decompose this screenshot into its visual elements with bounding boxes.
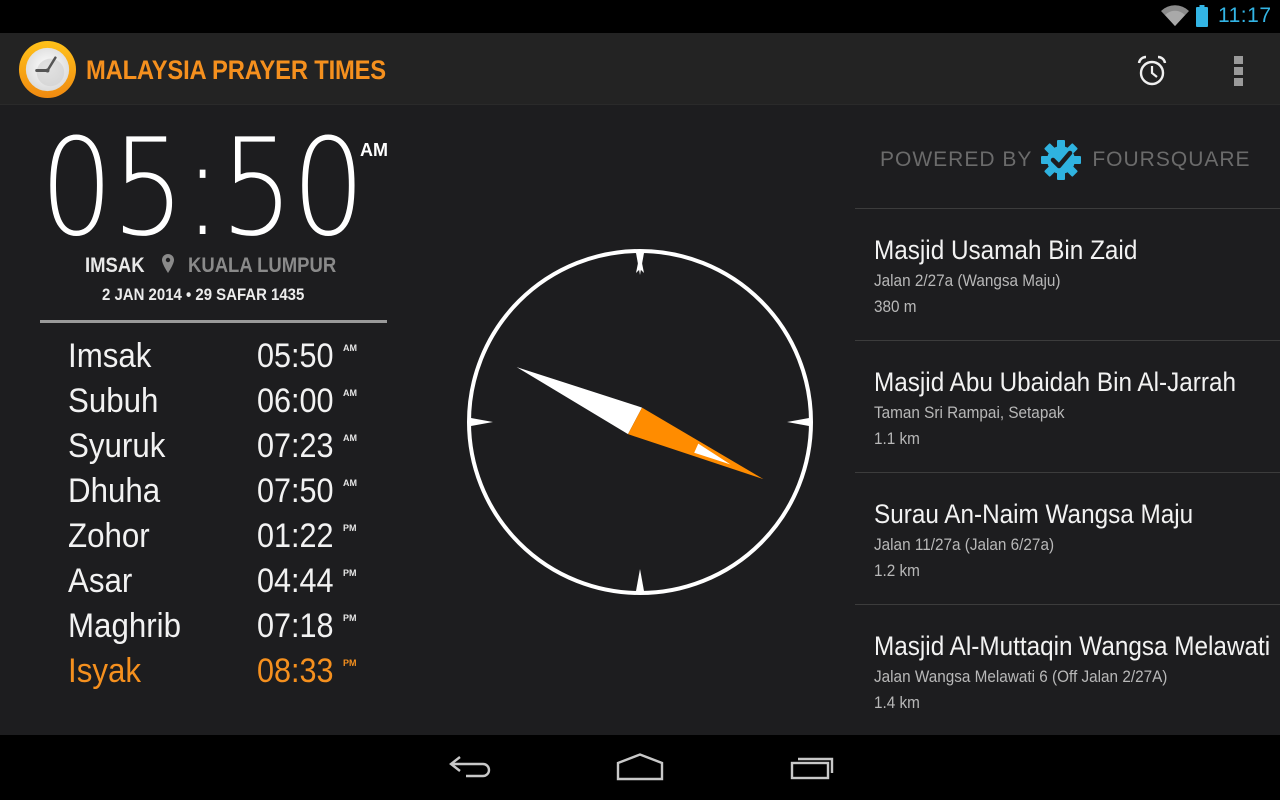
prayer-ampm: PM: [343, 613, 357, 623]
status-clock: 11:17: [1218, 4, 1272, 27]
mosque-distance: 1.4 km: [874, 693, 920, 712]
foursquare-label: FOURSQUARE: [1092, 148, 1251, 171]
mosque-address: Jalan 2/27a (Wangsa Maju): [874, 271, 1061, 290]
nearby-mosques-list[interactable]: Masjid Usamah Bin Zaid Jalan 2/27a (Wangs…: [855, 208, 1280, 735]
app-title: MALAYSIA PRAYER TIMES: [86, 55, 386, 85]
prayer-row-dhuha: Dhuha 07:50 AM: [68, 469, 368, 514]
prayer-times-list: Imsak 05:50 AM Subuh 06:00 AM Syuruk 07:23 AM Dhu…: [68, 334, 368, 694]
mosque-name: Masjid Abu Ubaidah Bin Al-Jarrah: [874, 367, 1236, 397]
prayer-name: Maghrib: [68, 607, 182, 645]
compass-tick-south: [636, 569, 644, 591]
battery-icon: [1196, 5, 1208, 27]
mosque-list-item[interactable]: Masjid Abu Ubaidah Bin Al-Jarrah Taman Sr…: [855, 341, 1280, 473]
current-prayer-label: IMSAK: [85, 254, 145, 277]
prayer-row-syuruk: Syuruk 07:23 AM: [68, 424, 368, 469]
mosque-distance: 380 m: [874, 297, 917, 316]
more-vert-icon-dot: [1233, 78, 1243, 86]
prayer-name: Asar: [68, 562, 133, 600]
prayer-ampm: PM: [343, 523, 357, 533]
prayer-ampm: PM: [343, 568, 357, 578]
wifi-icon: [1161, 5, 1189, 26]
mosque-name: Surau An-Naim Wangsa Maju: [874, 499, 1194, 529]
current-ampm: AM: [360, 140, 388, 160]
prayer-time: 06:00: [257, 382, 334, 420]
prayer-time: 05:50: [257, 337, 334, 375]
mosque-list-item[interactable]: Masjid Al-Muttaqin Wangsa Melawati Jalan …: [855, 605, 1280, 735]
app-logo-clock-icon[interactable]: [18, 40, 77, 99]
prayer-name: Subuh: [68, 382, 159, 420]
prayer-row-zohor: Zohor 01:22 PM: [68, 514, 368, 559]
home-icon: [616, 753, 664, 781]
mosque-name: Masjid Al-Muttaqin Wangsa Melawati: [874, 631, 1271, 661]
mosque-address: Jalan Wangsa Melawati 6 (Off Jalan 2/27A…: [874, 667, 1168, 686]
prayer-time: 04:44: [257, 562, 334, 600]
prayer-row-isyak: Isyak 08:33 PM: [68, 649, 368, 694]
prayer-time: 01:22: [257, 517, 334, 555]
mosque-name: Masjid Usamah Bin Zaid: [874, 235, 1138, 265]
status-bar: 11:17: [0, 0, 1280, 33]
prayer-name: Imsak: [68, 337, 152, 375]
mosque-distance: 1.2 km: [874, 561, 920, 580]
compass-tick-west: [471, 418, 493, 426]
needle-tail: [516, 367, 643, 435]
mosque-address: Jalan 11/27a (Jalan 6/27a): [874, 535, 1055, 554]
prayer-ampm: AM: [343, 478, 357, 488]
alarm-clock-icon: [1137, 55, 1167, 86]
prayer-time: 07:50: [257, 472, 334, 510]
location-pin-icon: [162, 254, 174, 273]
more-vert-icon-dot: [1233, 56, 1243, 64]
more-vert-icon-dot: [1233, 67, 1243, 75]
mosque-distance: 1.1 km: [874, 429, 920, 448]
navigation-bar: [0, 735, 1280, 800]
prayer-time: 07:23: [257, 427, 334, 465]
current-time: 05:50: [40, 110, 365, 266]
powered-by-foursquare[interactable]: POWERED BY FOURSQUARE: [880, 140, 1260, 180]
prayer-row-asar: Asar 04:44 PM: [68, 559, 368, 604]
prayer-ampm: PM: [343, 658, 357, 668]
prayer-row-subuh: Subuh 06:00 AM: [68, 379, 368, 424]
prayer-row-imsak: Imsak 05:50 AM: [68, 334, 368, 379]
date-line: 2 JAN 2014 • 29 SAFAR 1435: [102, 285, 305, 304]
recent-apps-icon: [790, 757, 834, 780]
prayer-row-maghrib: Maghrib 07:18 PM: [68, 604, 368, 649]
home-button[interactable]: [610, 747, 670, 787]
action-bar: MALAYSIA PRAYER TIMES: [0, 33, 1280, 105]
recent-apps-button[interactable]: [782, 747, 842, 787]
prayer-name: Syuruk: [68, 427, 166, 465]
prayer-ampm: AM: [343, 433, 357, 443]
prayer-time: 07:18: [257, 607, 334, 645]
back-button[interactable]: [440, 747, 500, 787]
powered-by-label: POWERED BY: [880, 148, 1033, 171]
prayer-ampm: AM: [343, 343, 357, 353]
qibla-compass: [467, 249, 813, 595]
prayer-time: 08:33: [257, 652, 334, 690]
prayer-name: Zohor: [68, 517, 150, 555]
compass-tick-east: [787, 418, 809, 426]
mosque-list-item[interactable]: Surau An-Naim Wangsa Maju Jalan 11/27a (J…: [855, 473, 1280, 605]
prayer-name: Isyak: [68, 652, 142, 690]
alarm-button[interactable]: [1130, 51, 1174, 91]
qibla-needle: [516, 367, 764, 480]
foursquare-gear-check-icon: [1041, 140, 1082, 180]
overflow-menu-button[interactable]: [1224, 51, 1252, 91]
mosque-list-item[interactable]: Masjid Usamah Bin Zaid Jalan 2/27a (Wangs…: [855, 209, 1280, 341]
location-label[interactable]: KUALA LUMPUR: [188, 254, 336, 278]
prayer-name: Dhuha: [68, 472, 161, 510]
back-icon: [449, 756, 491, 778]
mosque-address: Taman Sri Rampai, Setapak: [874, 403, 1065, 422]
divider: [40, 320, 387, 323]
prayer-ampm: AM: [343, 388, 357, 398]
